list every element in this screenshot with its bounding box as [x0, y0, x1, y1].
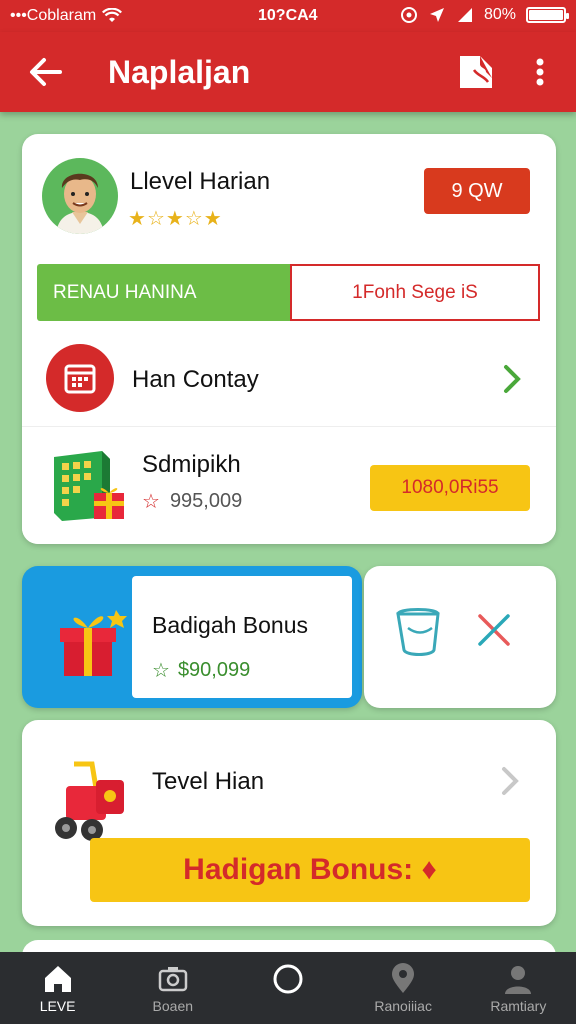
star-icon: ☆ [146, 208, 166, 230]
tab-active[interactable]: RENAU HANINA [37, 264, 290, 321]
star-outline-icon: ☆ [152, 660, 170, 682]
toy-car-icon [55, 761, 124, 841]
bonus-panel: Badigah Bonus ☆ $90,099 [132, 576, 352, 698]
carrier-label: •••Coblaram [10, 7, 97, 24]
star-icon: ★ [203, 208, 223, 230]
daily-level-card: Llevel Harian ★☆★☆★ 9 QW RENAU HANINA 1F… [22, 134, 556, 544]
bonus-value: $90,099 [177, 659, 251, 681]
nav-label: Ranoiiiac [374, 998, 432, 1014]
bonus-value-row: ☆ $90,099 [152, 658, 250, 683]
rating-stars: ★☆★☆★ [128, 206, 223, 231]
camera-icon [158, 967, 188, 992]
star-icon: ★ [165, 208, 185, 230]
circle-icon [273, 964, 303, 994]
actions-card [364, 566, 556, 708]
signal-icon [457, 8, 472, 22]
app-bar: Naplaljan [0, 32, 576, 112]
reward-row: Sdmipikh ☆ 995,009 1080,0Ri55 [22, 426, 556, 544]
status-bar: •••Coblaram 10?CA4 80% [0, 0, 576, 32]
nav-item-profile[interactable]: Ramtiary [461, 952, 576, 1024]
wifi-icon [102, 8, 123, 22]
location-pin-icon [392, 963, 415, 993]
status-time: 10?CA4 [258, 7, 318, 24]
reward-title: Sdmipikh [142, 451, 241, 478]
calendar-icon [64, 364, 96, 394]
document-icon[interactable] [456, 52, 496, 92]
bonus-title: Badigah Bonus [152, 612, 309, 638]
nav-label: Boaen [152, 998, 194, 1014]
level-title: Llevel Harian [130, 168, 271, 195]
person-icon [505, 966, 532, 994]
battery-percent: 80% [483, 6, 516, 23]
home-icon [44, 966, 71, 992]
nav-label: LEVE [39, 998, 76, 1014]
reward-value-row: ☆ 995,009 [142, 489, 242, 514]
gift-icon [60, 610, 127, 676]
bonus-card[interactable]: Badigah Bonus ☆ $90,099 [22, 566, 362, 708]
alarm-icon [400, 7, 417, 23]
chevron-right-icon [504, 365, 521, 393]
more-vert-icon[interactable] [524, 52, 556, 92]
nav-label: Ramtiary [490, 998, 547, 1014]
avatar [42, 158, 118, 234]
nav-item-home[interactable]: LEVE [0, 952, 115, 1024]
carrier-info: •••Coblaram [10, 7, 123, 25]
avatar-person-icon [56, 173, 104, 234]
star-icon: ☆ [184, 208, 204, 230]
building-gift-icon [54, 451, 124, 521]
calendar-icon-circle [46, 344, 114, 412]
cup-icon[interactable] [394, 604, 446, 660]
nav-item-camera[interactable]: Boaen [115, 952, 230, 1024]
bottom-nav: LEVE Boaen Ranoiiiac Ramtiary [0, 952, 576, 1024]
star-outline-icon: ☆ [142, 491, 160, 513]
level-card-2: Tevel Hian Hadigan Bonus: ♦ [22, 720, 556, 926]
chevron-right-icon[interactable] [498, 764, 522, 798]
nav-item-center[interactable] [230, 952, 345, 1024]
close-icon[interactable] [474, 610, 514, 650]
reward-value: 995,009 [169, 490, 243, 512]
tab-inactive[interactable]: 1Fonh Sege iS [290, 264, 540, 321]
nav-item-location[interactable]: Ranoiiiac [346, 952, 461, 1024]
calendar-row[interactable]: Han Contay [22, 342, 556, 428]
status-right: 80% [400, 6, 569, 24]
page-title: Naplaljan [108, 54, 251, 90]
level-2-title: Tevel Hian [152, 768, 265, 795]
calendar-row-label: Han Contay [132, 366, 259, 393]
back-arrow-icon[interactable] [24, 50, 68, 94]
bonus-button[interactable]: Hadigan Bonus: ♦ [90, 838, 530, 902]
navigation-icon [429, 8, 444, 22]
battery-icon [526, 7, 569, 23]
level-badge-button[interactable]: 9 QW [424, 168, 530, 214]
star-icon: ★ [128, 208, 147, 230]
reward-claim-button[interactable]: 1080,0Ri55 [370, 465, 530, 511]
segmented-tabs: RENAU HANINA 1Fonh Sege iS [37, 264, 540, 321]
